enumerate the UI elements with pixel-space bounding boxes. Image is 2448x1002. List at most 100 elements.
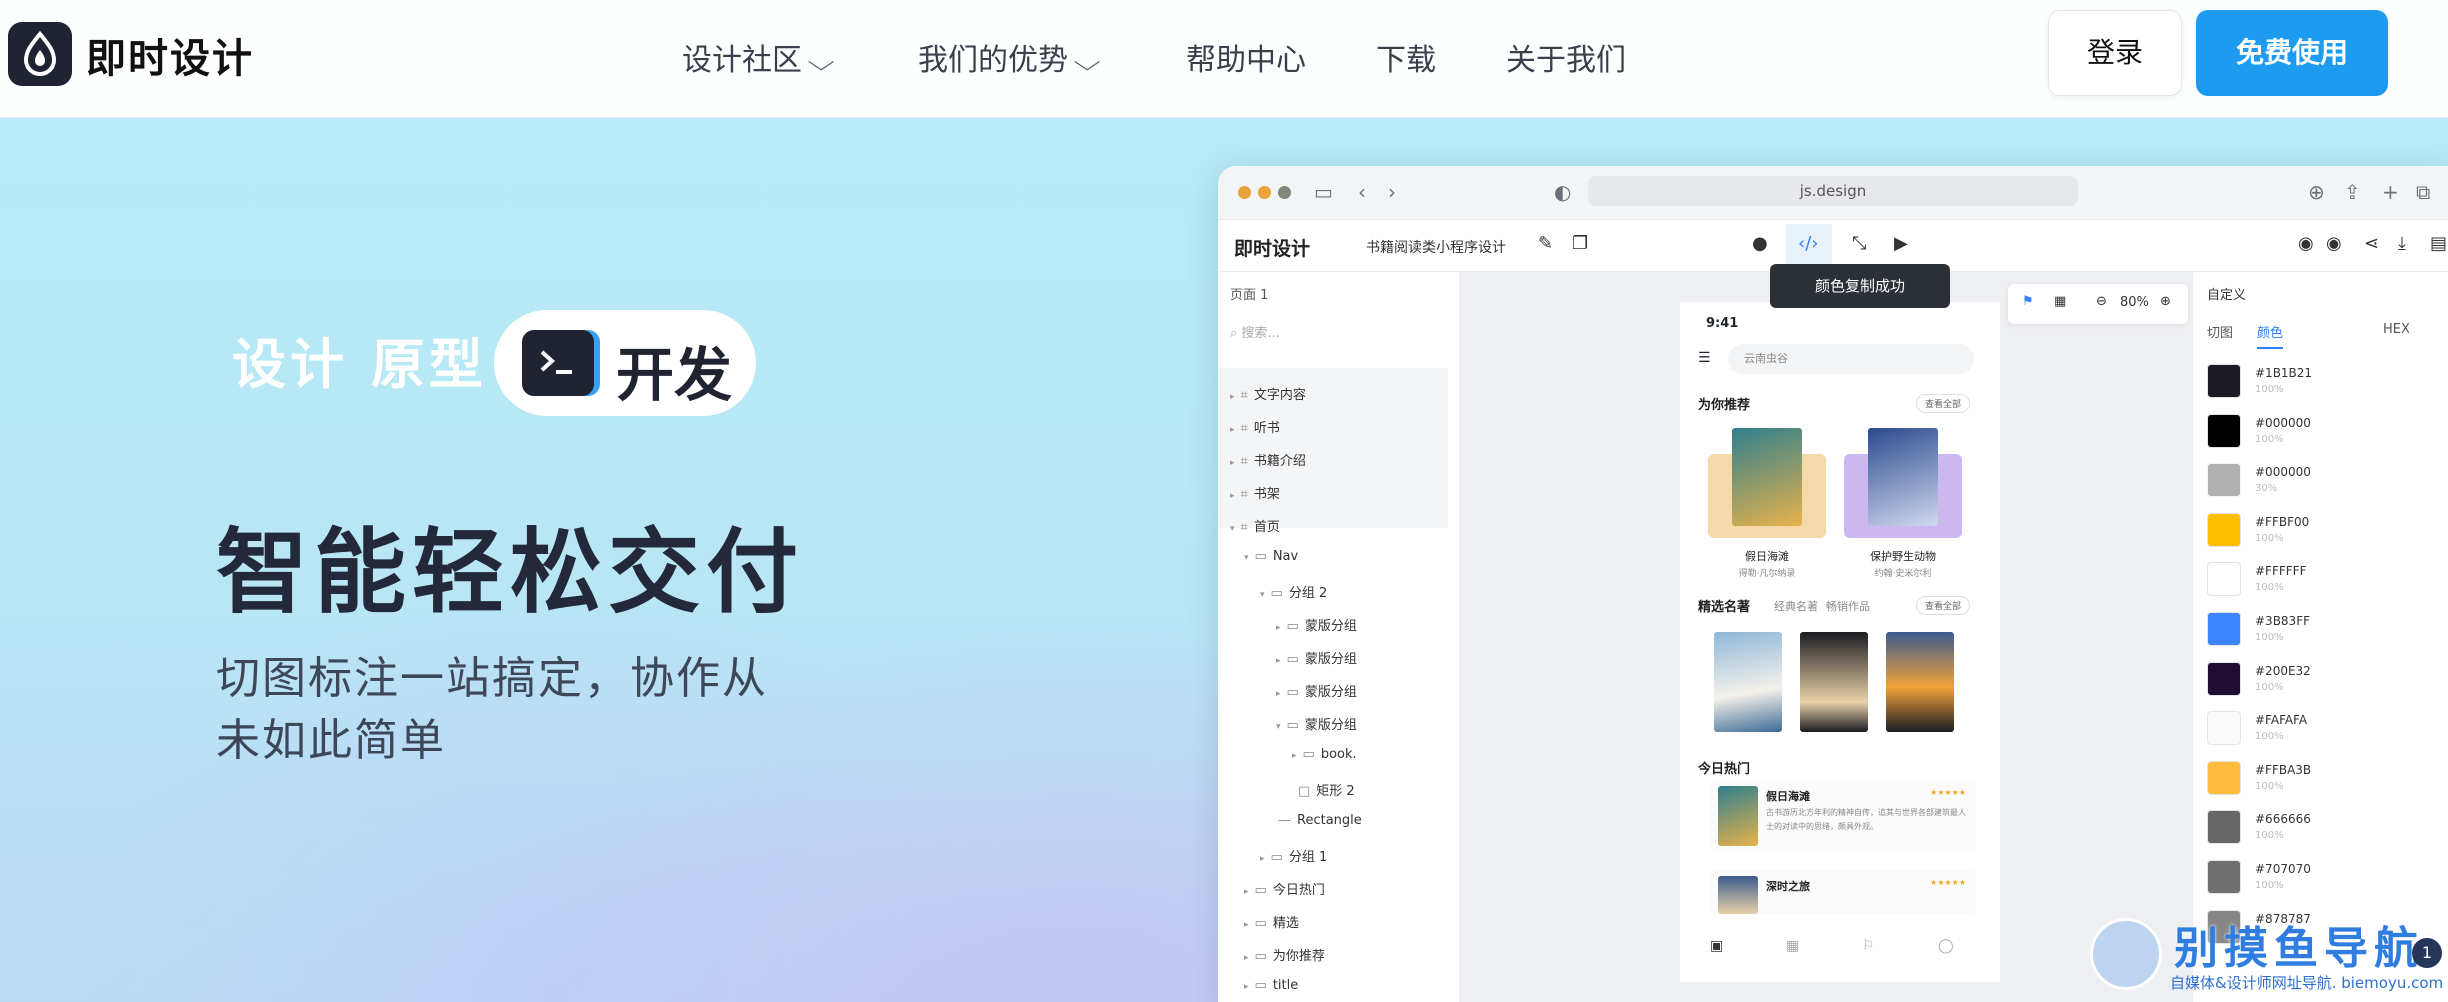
- zoom-in-icon: ⊕: [2160, 294, 2171, 309]
- color-hex: #FFBF00: [2255, 514, 2310, 529]
- nav-download[interactable]: 下载: [1376, 35, 1436, 79]
- section-recommend: 为你推荐: [1698, 398, 1751, 413]
- color-hex: #666666: [2255, 812, 2311, 827]
- pen-icon: ✎: [1538, 233, 1554, 254]
- tab-slices: 切图: [2207, 326, 2234, 341]
- rating-stars: ★★★★★: [1930, 878, 1966, 887]
- layer-item: ▸ ⌗ 文字内容: [1230, 388, 1306, 403]
- color-hex: #200E32: [2255, 663, 2311, 678]
- dev-label: 开发: [616, 341, 733, 409]
- page-selector: 页面 1: [1230, 288, 1269, 303]
- layer-label: Rectangle: [1297, 813, 1362, 828]
- grid-icon: ▦: [2054, 294, 2067, 309]
- component-icon: ❐: [1572, 233, 1589, 254]
- layer-item: — Rectangle: [1278, 813, 1362, 828]
- layer-label: 听书: [1253, 421, 1280, 436]
- hero-subline: 切图标注一站搞定，协作从未如此简单: [216, 653, 768, 766]
- code-icon: ‹/›: [1798, 233, 1819, 254]
- layer-item: ▸ ▭ 分组 1: [1260, 850, 1328, 865]
- watermark-subtitle: 自媒体&设计师网址导航. biemoyu.com: [2170, 974, 2444, 992]
- book-cover: [1718, 876, 1758, 914]
- copy-success-tooltip: 颜色复制成功: [1770, 264, 1950, 308]
- user-tab-icon: ◯: [1938, 938, 1954, 954]
- search-icon: ⌕: [1230, 326, 1242, 341]
- window-max-dot: [1278, 186, 1291, 199]
- layer-label: 为你推荐: [1272, 949, 1325, 964]
- layer-label: 蒙版分组: [1304, 619, 1357, 634]
- book-cover: [1732, 428, 1802, 526]
- book-author: 约翰·史米尔利: [1874, 569, 1932, 579]
- brand-logo-icon[interactable]: [8, 22, 72, 86]
- color-opacity: 100%: [2255, 433, 2284, 445]
- layer-label: Nav: [1272, 549, 1299, 564]
- nav-our-advantages[interactable]: 我们的优势 ⌵: [918, 35, 1101, 79]
- color-opacity: 100%: [2255, 830, 2284, 842]
- color-opacity: 100%: [2255, 731, 2284, 743]
- color-swatch[interactable]: [2207, 760, 2241, 795]
- avatar: ◉: [2326, 233, 2342, 254]
- sidebar-icon: ▭: [1314, 180, 1333, 204]
- layer-item: ▸ ▭ book.: [1292, 747, 1357, 762]
- book-cover: [1800, 632, 1868, 732]
- book-cover: [1714, 632, 1782, 732]
- section-classics: 精选名著: [1698, 600, 1751, 615]
- zoom-out-icon: ⊖: [2096, 294, 2107, 309]
- color-hex: #FFFFFF: [2255, 564, 2307, 579]
- panel-title: 自定义: [2207, 288, 2247, 303]
- nav-label: 我们的优势: [918, 43, 1068, 78]
- color-hex: #FFBA3B: [2255, 762, 2312, 777]
- color-swatch[interactable]: [2207, 711, 2241, 746]
- back-icon: ‹: [1358, 180, 1366, 204]
- window-min-dot: [1258, 186, 1271, 199]
- brand-name[interactable]: 即时设计: [86, 26, 254, 84]
- hot-item: 深时之旅 ★★★★★: [1710, 870, 1976, 914]
- shield-icon: ◐: [1554, 180, 1572, 204]
- book-cover: [1868, 428, 1938, 526]
- nav-label: 设计社区: [682, 43, 802, 78]
- color-opacity: 100%: [2255, 780, 2284, 792]
- color-swatch[interactable]: [2207, 810, 2241, 845]
- color-opacity: 100%: [2255, 632, 2284, 643]
- nav-design-community[interactable]: 设计社区 ⌵: [682, 35, 835, 79]
- color-swatch[interactable]: [2207, 413, 2241, 448]
- search-placeholder: 搜索...: [1241, 326, 1280, 341]
- tab-bestsellers: 畅销作品: [1826, 600, 1870, 613]
- layer-label: title: [1272, 978, 1299, 993]
- login-button[interactable]: 登录: [2048, 10, 2182, 96]
- book-title: 保护野生动物: [1870, 550, 1936, 563]
- color-swatch[interactable]: [2207, 364, 2241, 398]
- layer-label: 蒙版分组: [1304, 718, 1357, 733]
- color-hex: #1B1B21: [2255, 366, 2313, 380]
- book-cover: [1718, 786, 1758, 846]
- phone-mockup: 9:41 ☰ 云南虫谷 为你推荐 查看全部 假日海滩 得勒·凡尔纳录 保护野生动…: [1680, 302, 2000, 982]
- layer-search: ⌕ 搜索...: [1230, 322, 1280, 341]
- hot-title: 假日海滩: [1766, 790, 1810, 803]
- chevron-down-icon: ⌵: [1073, 48, 1101, 76]
- book-author: 得勒·凡尔纳录: [1738, 569, 1796, 579]
- menu-icon: ☰: [1698, 350, 1711, 366]
- color-swatch[interactable]: [2207, 612, 2241, 646]
- color-swatch[interactable]: [2207, 512, 2241, 547]
- hero-headline: 智能轻松交付: [216, 519, 805, 626]
- layer-item: ▸ ▭ title: [1244, 978, 1299, 993]
- grid-tab-icon: ▦: [1786, 938, 1800, 954]
- color-opacity: 100%: [2255, 582, 2284, 594]
- color-swatch[interactable]: [2207, 860, 2241, 894]
- nav-about-us[interactable]: 关于我们: [1506, 35, 1626, 79]
- nav-help-center[interactable]: 帮助中心: [1186, 35, 1306, 79]
- layer-label: 分组 2: [1288, 586, 1328, 601]
- color-swatch[interactable]: [2207, 661, 2241, 696]
- layer-label: 首页: [1253, 520, 1280, 535]
- layer-label: 精选: [1272, 916, 1299, 931]
- tabs-icon: ⧉: [2416, 180, 2431, 204]
- dev-pill: 开发: [494, 310, 756, 416]
- layer-label: 蒙版分组: [1304, 652, 1357, 667]
- free-use-button[interactable]: 免费使用: [2196, 10, 2388, 96]
- color-swatch[interactable]: [2207, 562, 2241, 597]
- window-close-dot: [1238, 186, 1251, 199]
- layer-item: ▸ ⌗ 书架: [1230, 487, 1280, 502]
- layer-item: ▸ ⌗ 听书: [1230, 421, 1280, 436]
- layer-label: 文字内容: [1253, 388, 1306, 403]
- color-swatch[interactable]: [2207, 463, 2241, 498]
- inspect-panel: 自定义 切图 颜色 HEX #1B1B21 100% #000000 100% #000…: [2192, 272, 2448, 1002]
